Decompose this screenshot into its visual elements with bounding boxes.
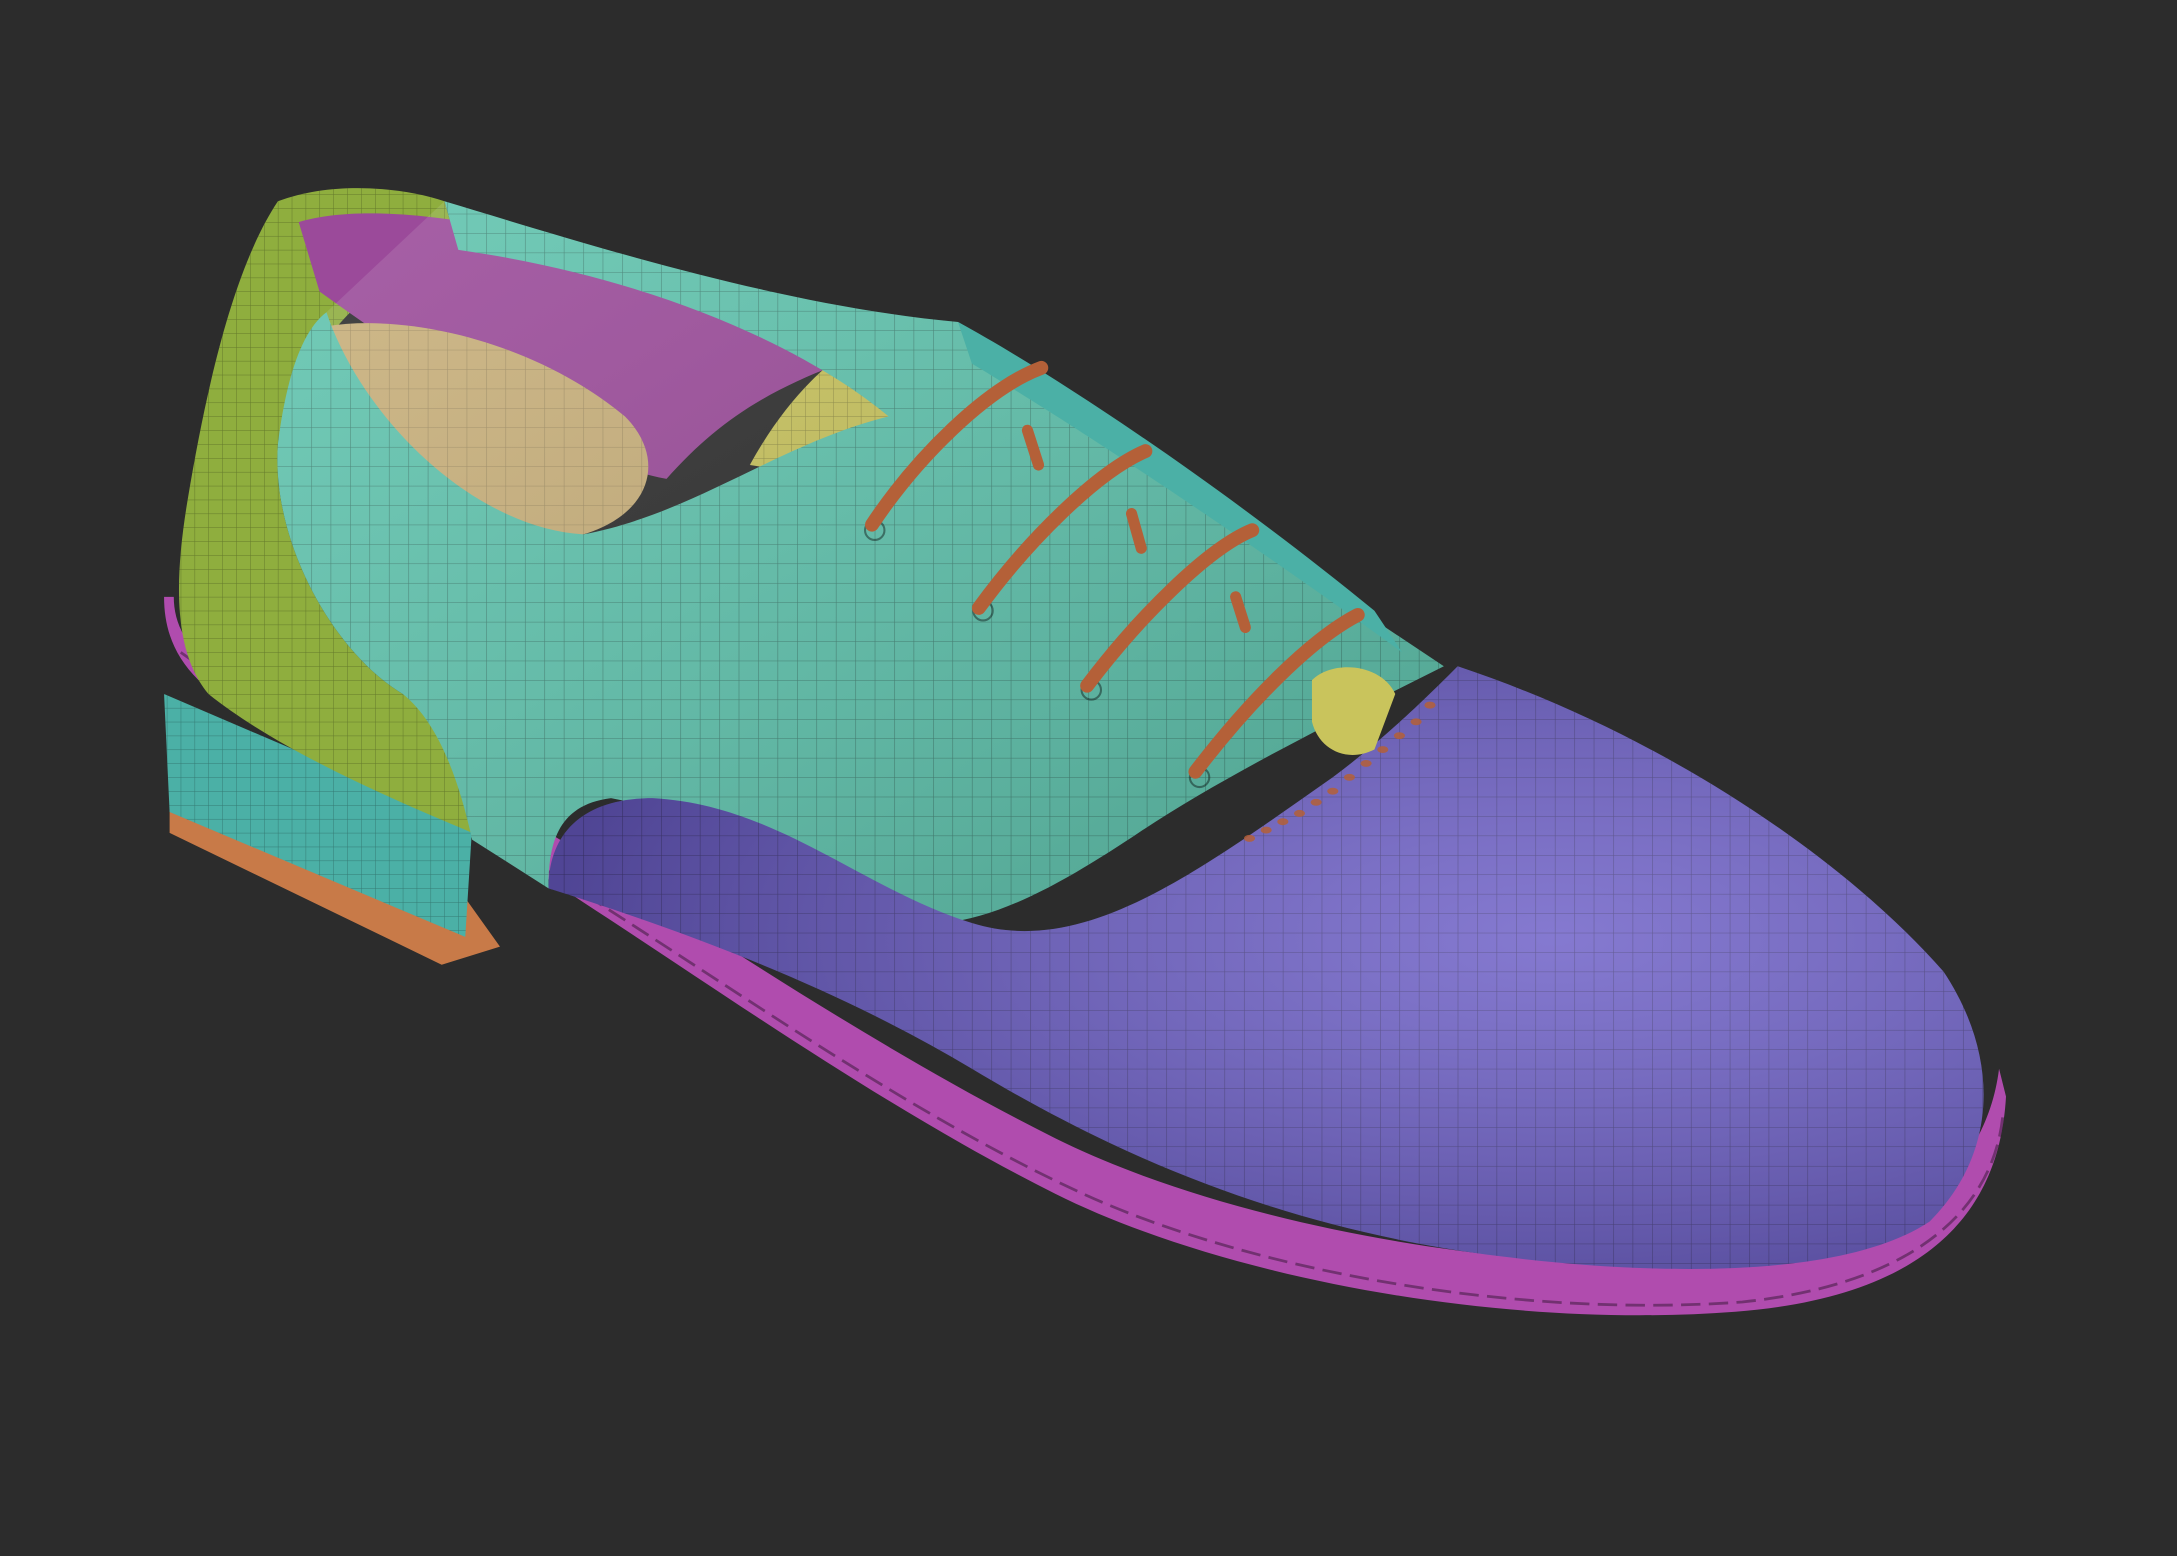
shoe-render — [164, 188, 2006, 1316]
viewport — [0, 0, 2177, 1556]
